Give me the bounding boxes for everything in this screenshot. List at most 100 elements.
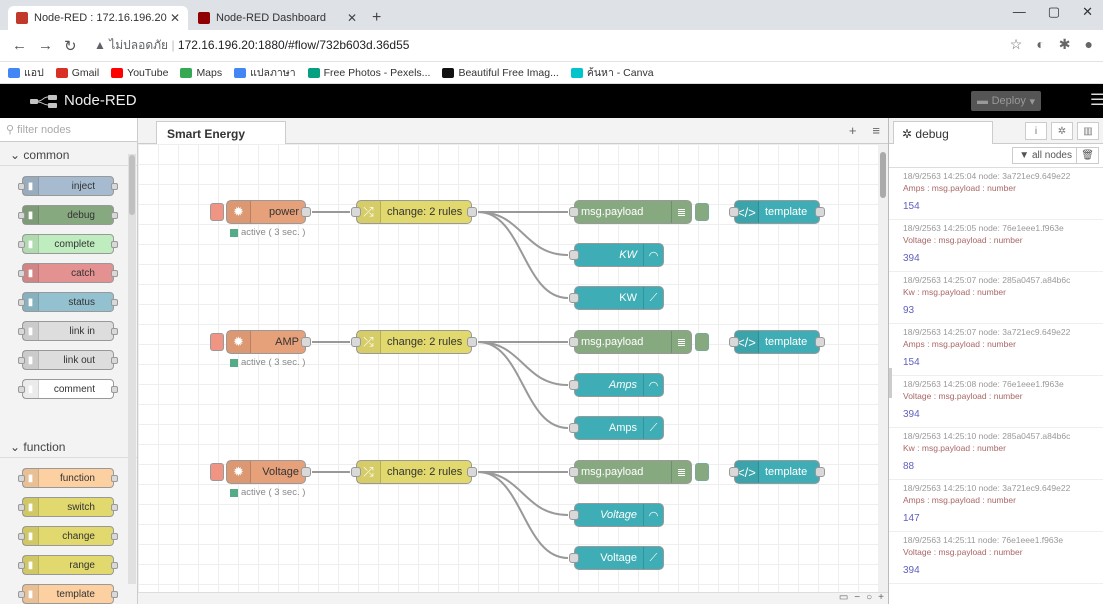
debug-toggle-button[interactable] [695,333,709,351]
input-port[interactable] [729,207,739,217]
palette-node-debug[interactable]: ▮ debug [18,205,118,225]
debug-message[interactable]: 18/9/2563 14:25:10 node: 3a721ec9.649e22… [889,480,1103,532]
gauge-node[interactable]: Amps ◠ [569,373,664,397]
forward-icon[interactable]: → [38,37,53,54]
change-node[interactable]: ⤮ change: 2 rules [351,200,477,224]
palette-node-change[interactable]: ▮ change [18,526,118,546]
debug-message[interactable]: 18/9/2563 14:25:11 node: 76e1eee1.f963e V… [889,532,1103,584]
star-icon[interactable]: ☆ [1010,36,1023,53]
bookmark-item[interactable]: แอป [8,64,44,81]
input-port[interactable] [351,207,361,217]
filter-nodes-input[interactable]: ⚲ filter nodes [0,118,137,142]
bookmark-item[interactable]: Gmail [55,67,99,79]
dashboard-icon[interactable]: ▥ [1077,122,1099,140]
zoom-reset-icon[interactable]: ○ [866,592,872,603]
input-port[interactable] [569,510,579,520]
gauge-node[interactable]: KW ◠ [569,243,664,267]
inject-trigger-button[interactable] [210,333,224,351]
debug-message[interactable]: 18/9/2563 14:25:07 node: 3a721ec9.649e22… [889,324,1103,376]
canvas-horizontal-scrollbar[interactable]: ▭ − ○ + [138,592,888,604]
input-port[interactable] [569,423,579,433]
category-common[interactable]: ⌄ common [0,142,137,166]
navigator-icon[interactable]: ▭ [839,592,848,603]
change-node[interactable]: ⤮ change: 2 rules [351,460,477,484]
output-port[interactable] [301,337,311,347]
browser-tab-dashboard[interactable]: Node-RED Dashboard ✕ [190,6,365,30]
sidebar-resize-handle[interactable] [889,368,892,398]
bookmark-item[interactable]: ค้นหา - Canva [570,64,654,81]
palette-node-complete[interactable]: ▮ complete [18,234,118,254]
main-menu-icon[interactable]: ☰ [1090,90,1103,110]
input-port[interactable] [569,467,579,477]
palette-scrollbar[interactable] [128,154,136,584]
palette-node-comment[interactable]: ▮ comment [18,379,118,399]
debug-message[interactable]: 18/9/2563 14:25:05 node: 76e1eee1.f963e V… [889,220,1103,272]
palette-node-range[interactable]: ▮ range [18,555,118,575]
input-port[interactable] [569,293,579,303]
palette-node-template[interactable]: ▮ template [18,584,118,604]
filter-all-nodes-button[interactable]: ▼ all nodes [1012,147,1079,164]
tab-debug[interactable]: ✲ debug [893,121,993,144]
output-port[interactable] [301,467,311,477]
palette-node-switch[interactable]: ▮ switch [18,497,118,517]
inject-trigger-button[interactable] [210,203,224,221]
zoom-in-icon[interactable]: + [878,592,884,603]
input-port[interactable] [569,337,579,347]
change-node[interactable]: ⤮ change: 2 rules [351,330,477,354]
debug-message[interactable]: 18/9/2563 14:25:04 node: 3a721ec9.649e22… [889,168,1103,220]
inject-node-amp[interactable]: ✹ AMP [226,330,311,354]
wire[interactable] [477,341,569,386]
wire[interactable] [477,341,569,429]
output-port[interactable] [815,207,825,217]
back-icon[interactable]: ← [12,37,27,54]
bookmark-item[interactable]: Beautiful Free Imag... [442,67,559,79]
profile-avatar-icon[interactable]: ● [1085,36,1093,53]
gauge-node[interactable]: Voltage ◠ [569,503,664,527]
debug-toggle-button[interactable] [695,463,709,481]
bookmark-item[interactable]: แปลภาษา [234,64,296,81]
output-port[interactable] [301,207,311,217]
list-flows-icon[interactable]: ≡ [872,123,880,138]
output-port[interactable] [467,207,477,217]
output-port[interactable] [467,337,477,347]
wire[interactable] [477,471,569,559]
add-flow-icon[interactable]: + [849,123,857,138]
input-port[interactable] [569,553,579,563]
input-port[interactable] [729,467,739,477]
extension-icon[interactable]: ◐ [1036,36,1044,53]
template-node[interactable]: </> template [729,330,825,354]
debug-message[interactable]: 18/9/2563 14:25:07 node: 285a0457.a84b6c… [889,272,1103,324]
minimize-icon[interactable]: — [1013,4,1026,20]
output-port[interactable] [815,337,825,347]
info-icon[interactable]: i [1025,122,1047,140]
debug-node[interactable]: msg.payload ≣ [569,330,692,354]
flow-canvas[interactable]: ✹ power active ( 3 sec. ) ⤮ change: 2 rules m… [138,144,878,592]
input-port[interactable] [569,380,579,390]
output-port[interactable] [815,467,825,477]
close-tab-icon[interactable]: ✕ [347,11,357,25]
chart-node[interactable]: Amps ⟋ [569,416,664,440]
inject-node-voltage[interactable]: ✹ Voltage [226,460,311,484]
inject-node-power[interactable]: ✹ power [226,200,311,224]
palette-node-inject[interactable]: ▮ inject [18,176,118,196]
bookmark-item[interactable]: YouTube [111,67,168,79]
debug-node[interactable]: msg.payload ≣ [569,200,692,224]
palette-node-link-in[interactable]: ▮ link in [18,321,118,341]
debug-message[interactable]: 18/9/2563 14:25:08 node: 76e1eee1.f963e V… [889,376,1103,428]
close-window-icon[interactable]: ✕ [1082,4,1093,20]
input-port[interactable] [729,337,739,347]
template-node[interactable]: </> template [729,460,825,484]
reload-icon[interactable]: ↻ [64,37,77,55]
url-field[interactable]: ▲ ไม่ปลอดภัย | 172.16.196.20:1880/#flow/… [94,36,409,55]
chart-node[interactable]: Voltage ⟋ [569,546,664,570]
bookmark-item[interactable]: Maps [180,67,222,79]
input-port[interactable] [569,207,579,217]
input-port[interactable] [351,467,361,477]
palette-node-status[interactable]: ▮ status [18,292,118,312]
tab-smart-energy[interactable]: Smart Energy [156,121,286,144]
canvas-vertical-scrollbar[interactable] [878,144,888,592]
puzzle-icon[interactable]: ✱ [1059,36,1071,53]
chart-node[interactable]: KW ⟋ [569,286,664,310]
wire[interactable] [477,471,569,516]
debug-message[interactable]: 18/9/2563 14:25:10 node: 285a0457.a84b6c… [889,428,1103,480]
